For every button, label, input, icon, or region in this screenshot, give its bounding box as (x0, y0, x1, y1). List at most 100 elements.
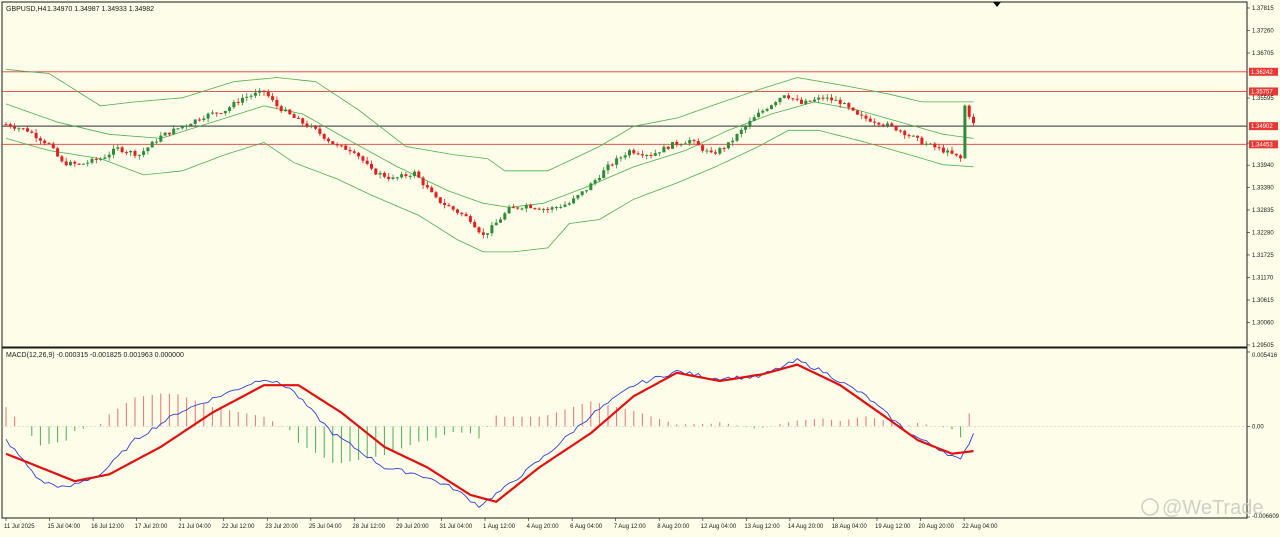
candle-body (851, 107, 855, 111)
candle-body (615, 158, 619, 165)
candle-body (881, 124, 885, 126)
candle-body (228, 107, 232, 111)
candle-body (864, 115, 868, 119)
candle-body (688, 140, 692, 144)
time-axis[interactable]: 11 Jul 2025 15 Jul 04:00 16 Jul 12:00 17 Ju… (4, 518, 998, 530)
price-tick-label: 1.29505 (1252, 343, 1274, 349)
candle-body (142, 151, 146, 155)
candle-body (296, 117, 300, 119)
candle-body (456, 209, 459, 213)
candle-body (408, 175, 412, 177)
candle-body (34, 132, 38, 139)
candle-body (417, 171, 421, 178)
time-tick-label: 14 Aug 20:00 (788, 524, 824, 530)
candle-body (81, 163, 85, 165)
candle-body (43, 140, 47, 144)
candle-body (537, 208, 541, 210)
price-axis[interactable]: 1.378151.372601.367051.355951.344851.339… (1247, 6, 1274, 349)
candle-body (357, 152, 361, 157)
symbol-label: GBPUSD,H4 (6, 6, 47, 13)
candle-body (215, 112, 219, 114)
time-tick-label: 22 Jul 12:00 (222, 524, 255, 530)
candle-body (602, 170, 606, 179)
candle-body (898, 130, 902, 132)
candle-body (387, 176, 391, 179)
candle-body (559, 206, 563, 208)
candle-body (503, 213, 507, 220)
candle-body (696, 141, 700, 146)
candle-body (959, 155, 963, 159)
candle-body (185, 125, 189, 127)
watermark-text: @WeTrade (1162, 497, 1263, 519)
candle-body (60, 156, 64, 162)
candle-body (284, 109, 287, 112)
time-tick-label: 11 Jul 2025 (4, 524, 35, 530)
candle-body (382, 172, 386, 177)
price-tags: 1.36242 1.35757 1.34902 1.34453 (1249, 67, 1278, 149)
candle-body (916, 135, 920, 138)
macd-label: MACD(12,26,9) -0.000315 -0.001825 0.0019… (6, 352, 184, 359)
candle-body (812, 99, 816, 102)
candle-body (550, 207, 554, 210)
candle-body (438, 197, 442, 203)
candle-body (236, 101, 240, 103)
candle-body (804, 100, 808, 104)
candle-body (821, 97, 825, 99)
candle-body (731, 140, 735, 143)
candle-body (348, 149, 352, 152)
price-tick-label: 1.31170 (1252, 275, 1274, 281)
price-tick-label: 1.37260 (1252, 29, 1274, 35)
candle-body (838, 99, 842, 104)
price-tag: 1.34902 (1249, 122, 1278, 131)
candle-body (890, 123, 894, 126)
time-tick-label: 22 Aug 04:00 (962, 524, 998, 530)
candle-body (339, 145, 343, 147)
candle-body (90, 158, 94, 163)
candle-body (610, 164, 614, 166)
candle-body (26, 128, 29, 132)
price-tag: 1.34453 (1249, 140, 1278, 149)
candle-body (640, 154, 644, 156)
candle-body (124, 152, 128, 154)
candle-body (180, 126, 184, 129)
candle-body (714, 152, 717, 154)
price-tag-label: 1.36242 (1251, 70, 1273, 76)
price-tick-label: 1.33390 (1252, 185, 1274, 191)
candle-body (606, 164, 610, 171)
candle-body (421, 177, 425, 186)
candle-body (546, 208, 550, 210)
candle-body (516, 207, 520, 209)
candle (963, 104, 967, 159)
candle-body (817, 97, 821, 100)
candle-body (752, 117, 756, 121)
price-tick-label: 1.31725 (1252, 253, 1274, 259)
candle (855, 109, 859, 116)
time-tick-label: 23 Jul 20:00 (265, 524, 298, 530)
candle-body (305, 123, 309, 127)
candle-body (451, 206, 455, 210)
candle-body (692, 140, 696, 142)
time-tick-label: 20 Aug 20:00 (919, 524, 955, 530)
candle-body (808, 100, 812, 102)
candle-body (524, 205, 528, 209)
candle-body (705, 150, 709, 152)
candle-body (378, 172, 382, 175)
candle-body (425, 185, 429, 188)
time-tick-label: 25 Jul 04:00 (309, 524, 342, 530)
time-tick-label: 12 Aug 04:00 (701, 524, 737, 530)
candle-body (774, 102, 778, 106)
candle-body (99, 158, 103, 160)
candle-body (193, 119, 197, 124)
candle-body (17, 128, 21, 130)
candle-body (718, 148, 722, 154)
candle-body (159, 135, 163, 142)
candle-body (946, 150, 950, 153)
candle-body (262, 90, 266, 93)
candle-body (335, 144, 339, 146)
main-panel-frame (1, 1, 1248, 348)
time-tick-label: 17 Jul 20:00 (135, 524, 168, 530)
macd-axis[interactable]: 0.0054160.00-0.006609 (1247, 351, 1280, 520)
candle-body (120, 147, 124, 153)
candle-body (331, 141, 335, 145)
candle-body (400, 174, 404, 178)
